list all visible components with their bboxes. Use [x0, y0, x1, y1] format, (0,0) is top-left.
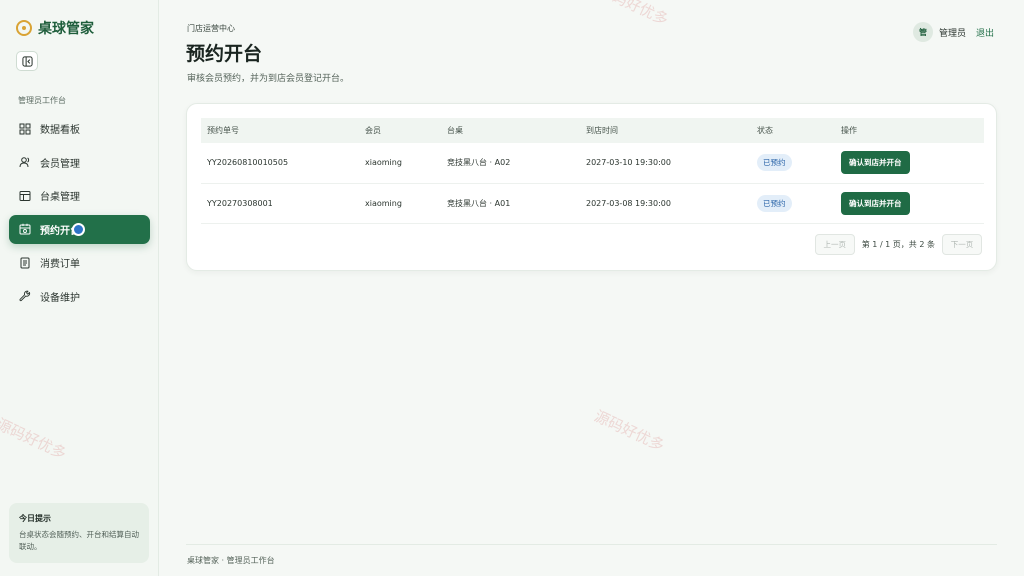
table-header-row: 预约单号 会员 台桌 到店时间 状态 操作	[201, 118, 984, 143]
pagination-info: 第 1 / 1 页，共 2 条	[861, 240, 935, 249]
tip-title: 今日提示	[19, 514, 51, 523]
status-badge: 已预约	[757, 154, 792, 172]
table-name: 竞技黑八台 · A01	[441, 183, 580, 224]
reservation-table: 预约单号 会员 台桌 到店时间 状态 操作 YY20260810010505 x…	[201, 118, 984, 224]
table-icon	[19, 190, 31, 201]
confirm-open-table-button[interactable]: 确认到店并开台	[841, 151, 910, 175]
breadcrumb: 门店运营中心	[187, 24, 235, 33]
next-page-button[interactable]: 下一页	[942, 234, 982, 255]
table-row: YY20270308001 xiaoming 竞技黑八台 · A01 2027-…	[201, 183, 984, 224]
sidebar-item-label: 台桌管理	[40, 192, 80, 203]
watermark: 源码好优多	[591, 406, 668, 455]
column-header: 台桌	[447, 126, 463, 135]
reservation-card: 预约单号 会员 台桌 到店时间 状态 操作 YY20260810010505 x…	[186, 103, 997, 271]
logout-link[interactable]: 退出	[976, 26, 994, 39]
calendar-icon	[19, 223, 31, 235]
users-icon	[19, 157, 30, 168]
receipt-icon	[20, 257, 30, 268]
status-cell: 已预约	[751, 143, 835, 184]
column-header: 操作	[841, 126, 857, 135]
dashboard-icon	[19, 123, 31, 134]
member-name: xiaoming	[359, 143, 441, 184]
sidebar-item-label: 数据看板	[40, 125, 80, 136]
status-badge: 已预约	[757, 194, 792, 212]
page-title: 预约开台	[186, 43, 263, 65]
brand[interactable]: 桌球管家	[16, 18, 94, 38]
billiard-logo-icon	[16, 20, 32, 36]
confirm-open-table-button[interactable]: 确认到店并开台	[841, 191, 910, 215]
wrench-icon	[19, 290, 31, 302]
table-name: 竞技黑八台 · A02	[441, 143, 580, 184]
user-area: 管 管理员 退出	[912, 22, 994, 42]
column-header: 预约单号	[207, 126, 239, 135]
brand-name: 桌球管家	[38, 21, 94, 37]
sidebar-item-maintenance[interactable]: 设备维护	[9, 282, 150, 311]
action-cell: 确认到店并开台	[835, 143, 984, 184]
sidebar-section-title: 管理员工作台	[18, 96, 66, 105]
footer-divider	[186, 544, 997, 545]
column-header: 状态	[757, 126, 773, 135]
sidebar-item-label: 设备维护	[40, 292, 80, 304]
arrival-time: 2027-03-10 19:30:00	[580, 143, 751, 184]
page-description: 审核会员预约，并为到店会员登记开台。	[187, 74, 350, 84]
sidebar-item-label: 会员管理	[40, 158, 80, 170]
footer-text: 桌球管家 · 管理员工作台	[187, 556, 275, 565]
sidebar-item-dashboard[interactable]: 数据看板	[9, 114, 150, 143]
mouse-cursor-indicator	[72, 222, 85, 236]
order-number: YY20260810010505	[201, 143, 359, 184]
collapse-sidebar-icon	[21, 55, 33, 67]
watermark: 源码好优多	[595, 0, 672, 29]
avatar[interactable]: 管	[912, 22, 933, 42]
sidebar: 桌球管家 管理员工作台 数据看板 会员管理 台桌管理 预约开台 消费订单 设备维…	[0, 0, 159, 576]
action-cell: 确认到店并开台	[835, 183, 984, 224]
prev-page-button[interactable]: 上一页	[814, 234, 855, 255]
status-cell: 已预约	[751, 183, 835, 224]
sidebar-item-reservations[interactable]: 预约开台	[9, 214, 150, 244]
sidebar-item-orders[interactable]: 消费订单	[9, 248, 150, 277]
sidebar-item-label: 消费订单	[40, 259, 80, 270]
member-name: xiaoming	[359, 183, 441, 224]
sidebar-item-members[interactable]: 会员管理	[9, 148, 150, 177]
arrival-time: 2027-03-08 19:30:00	[580, 183, 751, 224]
column-header: 会员	[365, 126, 381, 135]
sidebar-item-tables[interactable]: 台桌管理	[9, 181, 150, 210]
order-number: YY20270308001	[201, 183, 359, 224]
column-header: 到店时间	[586, 126, 618, 135]
pagination: 上一页 第 1 / 1 页，共 2 条 下一页	[814, 234, 982, 255]
daily-tip-card: 今日提示 台桌状态会随预约、开台和结算自动联动。	[9, 503, 149, 563]
table-row: YY20260810010505 xiaoming 竞技黑八台 · A02 20…	[201, 143, 984, 184]
tip-text: 台桌状态会随预约、开台和结算自动联动。	[19, 530, 139, 551]
sidebar-collapse-button[interactable]	[16, 51, 38, 71]
sidebar-nav: 数据看板 会员管理 台桌管理 预约开台 消费订单 设备维护	[9, 114, 150, 315]
user-name: 管理员	[938, 28, 966, 39]
